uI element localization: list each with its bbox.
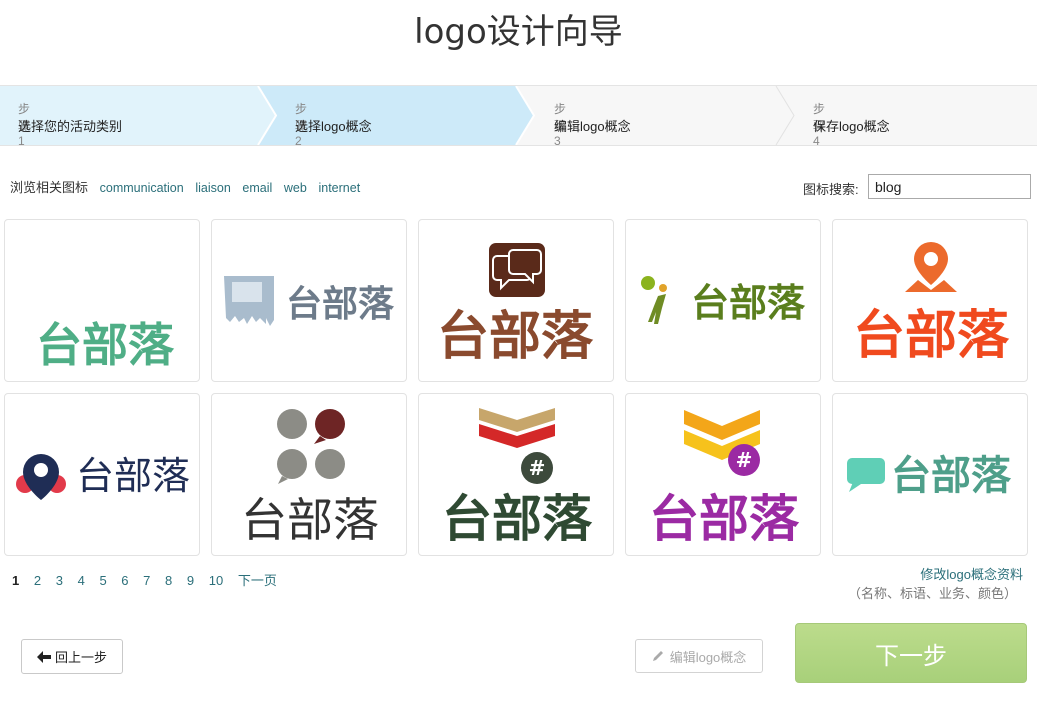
back-button-label: 回上一步 — [54, 650, 107, 665]
chat-bubbles-icon — [489, 243, 545, 297]
step-label: 保存logo概念 — [813, 119, 890, 134]
logo-text: 台部落 — [36, 318, 175, 372]
logo-option-6[interactable]: 台部落 — [4, 393, 200, 556]
logo-option-2[interactable]: 台部落 — [211, 219, 407, 382]
drip-box-icon — [224, 276, 274, 326]
logo-text: 台部落 — [853, 306, 1010, 366]
step-label: 选择您的活动类别 — [18, 119, 123, 134]
pagination: 1 2 3 4 5 6 7 8 9 10 下一页 — [12, 570, 288, 589]
next-page-link[interactable]: 下一页 — [238, 573, 277, 588]
page-link[interactable]: 3 — [56, 573, 63, 588]
icon-search-input[interactable] — [868, 174, 1031, 199]
page-link[interactable]: 8 — [165, 573, 172, 588]
logo-text: 台部落 — [442, 490, 593, 548]
edit-logo-info-link[interactable]: 修改logo概念资料 — [920, 564, 1023, 583]
page-link[interactable]: 5 — [99, 573, 106, 588]
logo-option-9[interactable]: # 台部落 — [625, 393, 821, 556]
chevron-hash-icon: # — [479, 408, 555, 484]
person-speech-icon — [641, 276, 667, 324]
logo-option-3[interactable]: 台部落 — [418, 219, 614, 382]
edit-logo-info-note: （名称、标语、业务、颜色） — [847, 586, 1017, 601]
edit-logo-button-label: 编辑logo概念 — [669, 649, 747, 665]
back-button[interactable]: 回上一步 — [21, 639, 123, 674]
chat-bubble-icon — [847, 458, 885, 492]
logo-text: 台部落 — [691, 281, 806, 325]
page-title: logo设计向导 — [414, 12, 623, 52]
tag-link[interactable]: communication — [100, 181, 184, 195]
logo-option-5[interactable]: 台部落 — [832, 219, 1028, 382]
logo-text: 台部落 — [891, 453, 1012, 499]
page-link[interactable]: 10 — [209, 573, 223, 588]
logo-option-1[interactable]: 台部落 — [4, 219, 200, 382]
logo-text: 台部落 — [241, 493, 379, 547]
page-link[interactable]: 4 — [78, 573, 85, 588]
pencil-icon — [652, 651, 663, 661]
map-marker-icon — [16, 454, 66, 500]
logo-option-8[interactable]: # 台部落 — [418, 393, 614, 556]
chevron-hash-icon: # — [684, 410, 760, 476]
edit-logo-button[interactable]: 编辑logo概念 — [635, 639, 763, 673]
arrow-left-icon — [36, 650, 51, 663]
location-pin-icon — [905, 242, 957, 292]
related-tags: 浏览相关图标 communication liaison email web i… — [10, 177, 360, 196]
logo-option-4[interactable]: 台部落 — [625, 219, 821, 382]
page-link[interactable]: 9 — [187, 573, 194, 588]
wizard-steps: 步骤 1 选择您的活动类别 步骤 2 选择logo概念 步骤 3 编辑logo概… — [0, 85, 1037, 148]
icon-search-label: 图标搜索: — [803, 182, 859, 197]
related-tags-label: 浏览相关图标 — [10, 180, 89, 195]
tag-link[interactable]: internet — [318, 181, 360, 195]
logo-text: 台部落 — [649, 490, 800, 548]
logo-option-10[interactable]: 台部落 — [832, 393, 1028, 556]
tag-link[interactable]: liaison — [195, 181, 230, 195]
page-link[interactable]: 6 — [121, 573, 128, 588]
page-link[interactable]: 1 — [12, 573, 19, 588]
logo-text: 台部落 — [76, 454, 190, 498]
logo-option-7[interactable]: 台部落 — [211, 393, 407, 556]
svg-text:#: # — [529, 456, 546, 480]
tag-link[interactable]: email — [242, 181, 272, 195]
logo-text: 台部落 — [437, 307, 594, 367]
tag-link[interactable]: web — [284, 181, 307, 195]
page-link[interactable]: 7 — [143, 573, 150, 588]
svg-text:#: # — [736, 448, 753, 472]
page-link[interactable]: 2 — [34, 573, 41, 588]
step-label: 编辑logo概念 — [554, 119, 631, 134]
step-label: 选择logo概念 — [295, 119, 372, 134]
next-step-button[interactable]: 下一步 — [795, 623, 1027, 683]
speech-dots-icon — [277, 409, 345, 484]
logo-text: 台部落 — [286, 284, 395, 325]
